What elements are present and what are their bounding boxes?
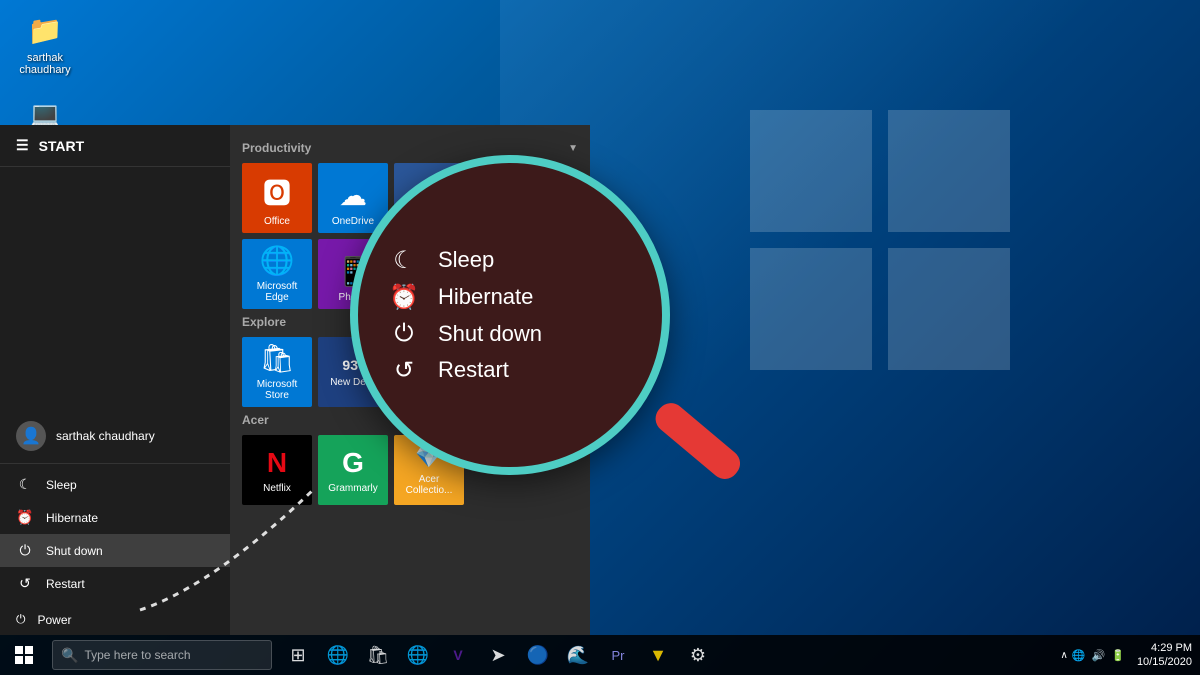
tile-onedrive[interactable]: ☁ OneDrive	[318, 163, 388, 233]
taskbar-icon-ball[interactable]: 🔵	[520, 635, 556, 675]
desktop: 📁 sarthak chaudhary 💻 This PC ☰ START 👤 …	[0, 0, 1200, 675]
edge-label: Microsoft Edge	[248, 281, 306, 303]
tile-edge[interactable]: 🌐 Microsoft Edge	[242, 239, 312, 309]
explore-arrow: ▼	[568, 317, 578, 328]
windows-logo-watermark	[750, 110, 1010, 375]
acer-collection-label: Acer Collectio...	[400, 474, 458, 496]
taskbar-icon-v[interactable]: V	[440, 635, 476, 675]
grammarly-icon: G	[342, 447, 364, 479]
hibernate-icon: ⏰	[16, 509, 34, 526]
start-button[interactable]	[0, 635, 48, 675]
tile-netflix[interactable]: N Netflix	[242, 435, 312, 505]
acer-label: Acer	[242, 413, 269, 427]
taskbar-icon-store[interactable]: 🛍	[360, 635, 396, 675]
desktop-icon-user-folder[interactable]: 📁 sarthak chaudhary	[10, 10, 80, 76]
power-submenu: ☾ Sleep ⏰ Hibernate ⏻ Shut down ↺ Restar…	[0, 463, 230, 604]
store-label: Microsoft Store	[248, 379, 306, 401]
start-title: START	[39, 138, 85, 154]
sleep-button[interactable]: ☾ Sleep	[0, 468, 230, 501]
acer-icon: 💎	[415, 444, 442, 470]
hibernate-button[interactable]: ⏰ Hibernate	[0, 501, 230, 534]
power-label: Power	[38, 613, 72, 627]
taskbar-icon-arrow[interactable]: ➤	[480, 635, 516, 675]
power-section-label[interactable]: ⏻ Power	[0, 604, 230, 635]
start-header: ☰ START	[0, 125, 230, 167]
user-folder-icon: 📁	[25, 10, 65, 50]
system-icons: 🌐 🔊 🔋	[1072, 649, 1125, 662]
tile-acer[interactable]: 💎 Acer Collectio...	[394, 435, 464, 505]
sleep-icon: ☾	[16, 476, 34, 493]
explore-tiles-row1: 🛍 Microsoft Store 93° New Delhi	[242, 337, 578, 407]
user-name: sarthak chaudhary	[56, 429, 155, 443]
explore-section: Explore ▼	[242, 315, 578, 329]
tiles-panel: Productivity ▼ 🅾 Office ☁ OneDrive W Wor…	[230, 125, 590, 635]
search-bar[interactable]: 🔍 Type here to search	[52, 640, 272, 670]
weather-label: New Delhi	[330, 377, 376, 388]
user-avatar: 👤	[16, 421, 46, 451]
onedrive-label: OneDrive	[332, 216, 374, 227]
taskbar-icon-widgets[interactable]: 🌐	[320, 635, 356, 675]
weather-temp: 93°	[342, 357, 363, 373]
restart-label: Restart	[46, 577, 85, 591]
restart-button[interactable]: ↺ Restart	[0, 567, 230, 600]
productivity-arrow: ▼	[568, 143, 578, 154]
network-icon: 🌐	[1072, 649, 1086, 662]
hamburger-icon: ☰	[16, 137, 29, 154]
tile-grammarly[interactable]: G Grammarly	[318, 435, 388, 505]
productivity-label: Productivity	[242, 141, 311, 155]
shutdown-icon: ⏻	[16, 542, 34, 559]
netflix-label: Netflix	[263, 483, 291, 494]
taskbar-system-tray: ∧ 🌐 🔊 🔋 4:29 PM 10/15/2020	[1061, 641, 1200, 670]
start-user-account[interactable]: 👤 sarthak chaudhary	[0, 409, 230, 463]
tile-store[interactable]: 🛍 Microsoft Store	[242, 337, 312, 407]
taskview-button[interactable]: ⊞	[280, 635, 316, 675]
taskbar-icon-settings[interactable]: ⚙	[680, 635, 716, 675]
tile-weather[interactable]: 93° New Delhi	[318, 337, 388, 407]
tile-office[interactable]: 🅾 Office	[242, 163, 312, 233]
search-icon: 🔍	[61, 647, 78, 664]
acer-tiles-row1: N Netflix G Grammarly 💎 Acer Collectio..…	[242, 435, 578, 505]
tile-word[interactable]: W Word	[394, 163, 464, 233]
clock-date: 10/15/2020	[1137, 655, 1192, 669]
office-icon: 🅾	[263, 172, 291, 212]
system-clock[interactable]: 4:29 PM 10/15/2020	[1137, 641, 1192, 670]
taskbar-icon-edge[interactable]: 🌐	[400, 635, 436, 675]
taskbar-icon-pr[interactable]: Pr	[600, 635, 636, 675]
power-icon: ⏻	[16, 612, 26, 627]
acer-section: Acer	[242, 413, 578, 427]
productivity-section: Productivity ▼	[242, 141, 578, 155]
taskbar: 🔍 Type here to search ⊞ 🌐 🛍 🌐 V ➤ 🔵 🌊 Pr…	[0, 635, 1200, 675]
word-icon: W	[416, 180, 442, 212]
restart-icon: ↺	[16, 575, 34, 592]
word-label: Word	[417, 216, 441, 227]
start-menu: ☰ START 👤 sarthak chaudhary ☾ Sleep ⏰ Hi…	[0, 125, 230, 635]
search-placeholder: Type here to search	[84, 648, 190, 662]
taskbar-pinned-icons: ⊞ 🌐 🛍 🌐 V ➤ 🔵 🌊 Pr ▼ ⚙	[280, 635, 716, 675]
productivity-tiles-row2: 🌐 Microsoft Edge 📱 Phone	[242, 239, 578, 309]
netflix-icon: N	[267, 447, 287, 479]
edge-icon: 🌐	[260, 244, 295, 277]
volume-icon: 🔊	[1092, 649, 1106, 662]
explore-label: Explore	[242, 315, 286, 329]
productivity-tiles-row1: 🅾 Office ☁ OneDrive W Word	[242, 163, 578, 233]
onedrive-icon: ☁	[339, 179, 367, 212]
sleep-label: Sleep	[46, 478, 77, 492]
user-folder-label: sarthak chaudhary	[10, 52, 80, 76]
clock-time: 4:29 PM	[1151, 641, 1192, 655]
phone-icon: 📱	[336, 255, 371, 288]
battery-icon: 🔋	[1111, 649, 1125, 662]
shutdown-label: Shut down	[46, 544, 103, 558]
office-label: Office	[264, 216, 290, 227]
taskbar-icon-edge2[interactable]: 🌊	[560, 635, 596, 675]
chevron-up-icon[interactable]: ∧	[1061, 650, 1068, 661]
taskbar-icon-triangle[interactable]: ▼	[640, 635, 676, 675]
grammarly-label: Grammarly	[328, 483, 377, 494]
store-icon: 🛍	[259, 342, 295, 375]
shutdown-button[interactable]: ⏻ Shut down	[0, 534, 230, 567]
phone-label: Phone	[339, 292, 368, 303]
tile-phone[interactable]: 📱 Phone	[318, 239, 388, 309]
hibernate-label: Hibernate	[46, 511, 98, 525]
